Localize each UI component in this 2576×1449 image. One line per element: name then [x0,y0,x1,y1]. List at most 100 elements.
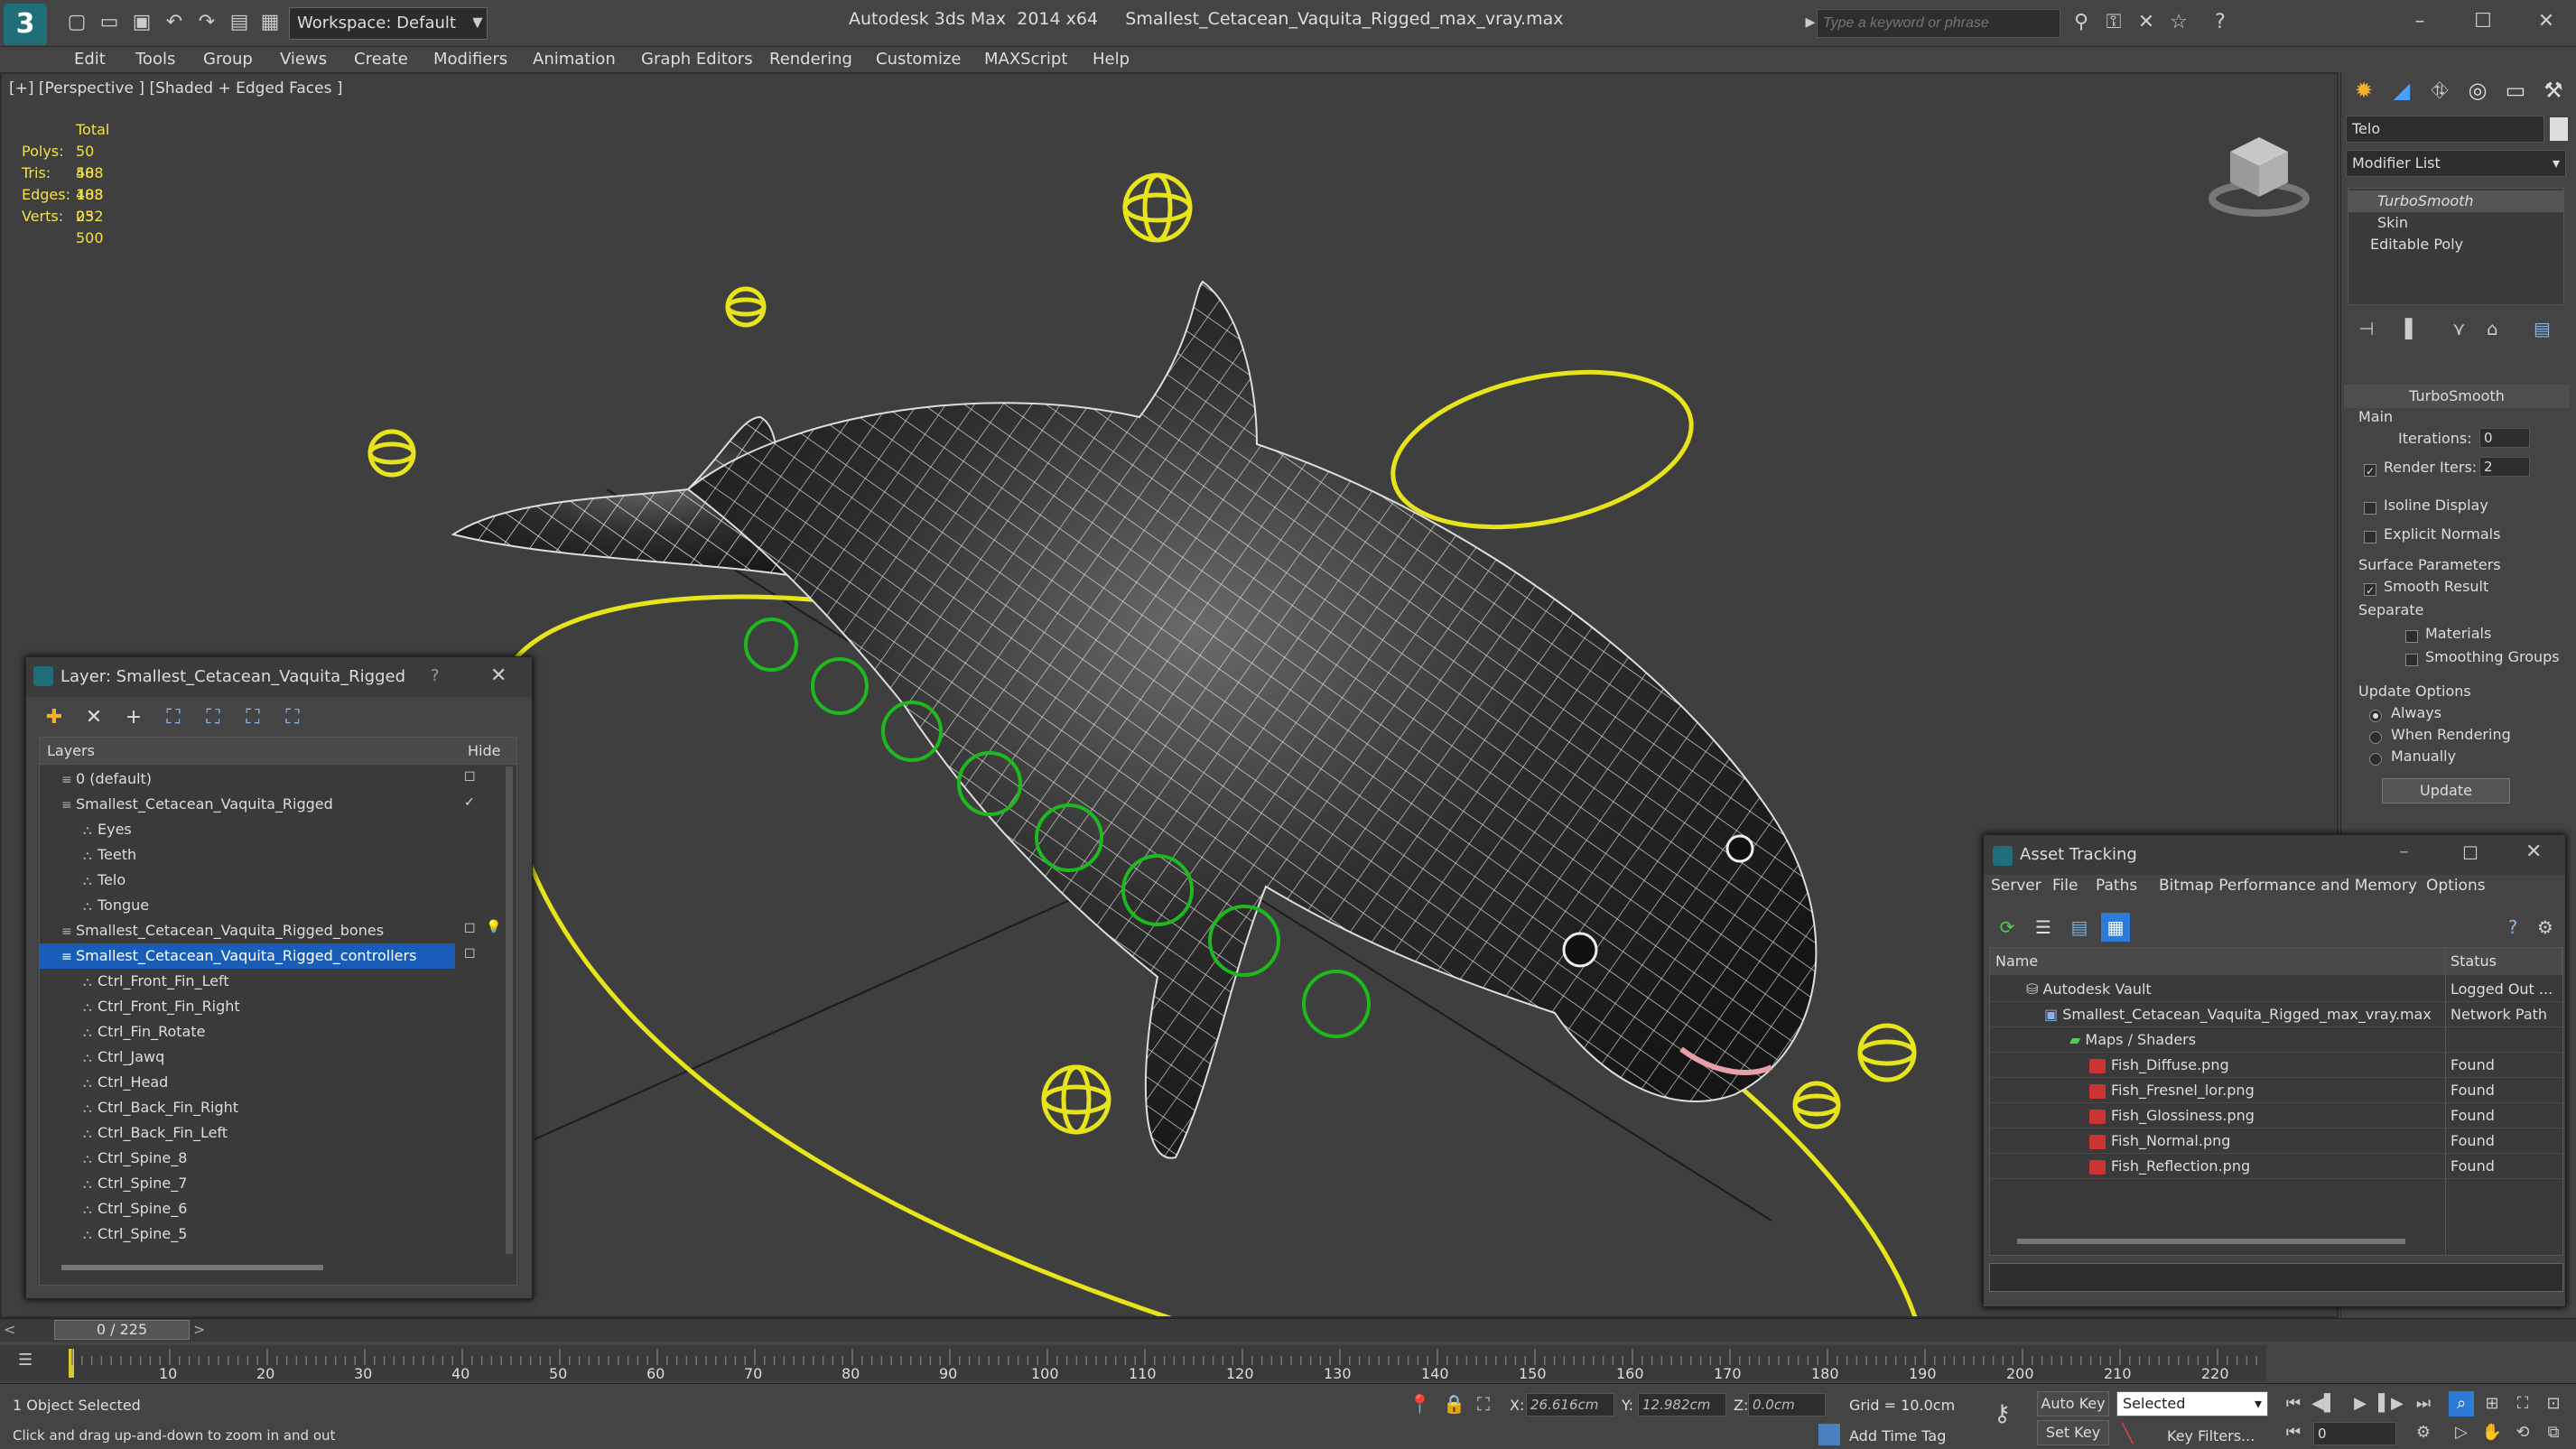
materials-checkbox[interactable] [2405,627,2418,644]
selection-lock-icon[interactable]: 🔒 [1443,1393,1465,1415]
key-mode-icon[interactable]: ╲ [2122,1422,2133,1444]
asset-row-vault[interactable]: ⛁ Autodesk Vault Logged Out ... [1990,977,2562,1002]
menu-graph-editors[interactable]: Graph Editors [641,50,753,69]
ctrl-spine-8[interactable] [744,618,798,672]
asset-row-file[interactable]: Fish_Fresnel_lor.png Found [1990,1078,2562,1103]
app-logo-icon[interactable]: 3 [4,4,47,45]
layer-row-object[interactable]: ⛬ Ctrl_Spine_5 [40,1221,455,1247]
favorites-star-icon[interactable]: ☆ [2165,9,2192,36]
play-icon[interactable]: ▶ [2348,1391,2373,1416]
add-time-tag[interactable]: Add Time Tag [1849,1427,1946,1444]
make-unique-icon[interactable]: ⋎ [2452,318,2466,339]
go-to-start-icon[interactable]: ⏮ [2281,1391,2306,1416]
asset-help-icon[interactable]: ? [2498,913,2527,942]
previous-frame-icon[interactable]: ◀▌ [2311,1391,2337,1416]
time-slider-thumb[interactable]: 0 / 225 [54,1320,190,1340]
light-bulb-icon[interactable]: 💡 [486,920,504,938]
asset-row-file[interactable]: Fish_Normal.png Found [1990,1129,2562,1154]
isoline-display-checkbox[interactable] [2364,498,2376,516]
freeze-all-icon[interactable]: ⛶ [277,702,308,733]
asset-table[interactable]: Name Status ⛁ Autodesk Vault Logged Out .… [1989,947,2563,1256]
binoculars-icon[interactable]: ⚲ [2068,9,2095,36]
asset-close-icon[interactable]: ✕ [2525,841,2542,863]
ctrl-spine-1[interactable] [1302,970,1371,1038]
ctrl-tail-tip[interactable] [367,429,416,478]
refresh-icon[interactable]: ⟳ [1993,913,2022,942]
object-color-swatch[interactable] [2550,117,2568,141]
ctrl-front-fin-left-ring[interactable] [1061,1064,1092,1135]
menu-rendering[interactable]: Rendering [769,50,852,69]
rollout-turbosmooth-title[interactable]: TurboSmooth [2344,385,2570,408]
explicit-normals-checkbox[interactable] [2364,527,2376,544]
asset-table-scrollbar[interactable] [2017,1239,2405,1244]
list-view-icon[interactable]: ☰ [2029,913,2058,942]
menu-create[interactable]: Create [354,50,408,69]
layer-row-object[interactable]: ⛬ Ctrl_Head [40,1070,455,1095]
smoothing-groups-checkbox[interactable] [2405,650,2418,667]
ctrl-tail-tip-ring[interactable] [367,441,416,465]
help-icon[interactable]: ? [2207,9,2234,36]
new-file-icon[interactable]: ▢ [63,9,90,36]
save-icon[interactable]: ▣ [128,9,155,36]
asset-menu-paths[interactable]: Paths [2096,877,2137,895]
eye-right[interactable] [1725,834,1754,863]
maximize-viewport-icon[interactable]: ⧉ [2541,1420,2566,1445]
zoom-all-icon[interactable]: ⊞ [2479,1391,2505,1416]
asset-maximize-icon[interactable]: ☐ [2462,842,2478,864]
zoom-icon[interactable]: ⌕ [2449,1391,2474,1416]
asset-settings-icon[interactable]: ⚙ [2531,913,2560,942]
add-to-layer-icon[interactable]: + [118,702,149,733]
stack-item-skin[interactable]: Skin [2348,212,2563,234]
timeline-ruler[interactable]: ☰ 10 20 30 40 50 60 70 80 90 100 110 120… [0,1345,2266,1382]
layer-row-rigged[interactable]: ≡ Smallest_Cetacean_Vaquita_Rigged [40,792,455,817]
minimize-icon[interactable]: – [2393,5,2447,38]
menu-maxscript[interactable]: MAXScript [984,50,1067,69]
stack-item-turbosmooth[interactable]: TurboSmooth [2348,190,2563,212]
layer-row-object[interactable]: ⛬ Tongue [40,893,455,918]
layer-dialog-close-icon[interactable]: ✕ [490,664,507,687]
zoom-extents-icon[interactable]: ⛶ [2510,1391,2535,1416]
hierarchy-tab-icon[interactable]: ⛗ [2422,74,2458,107]
layer-row-object[interactable]: ⛬ Ctrl_Front_Fin_Right [40,994,455,1019]
isolate-icon[interactable]: 📍 [1409,1393,1431,1415]
utilities-tab-icon[interactable]: ⚒ [2535,74,2571,107]
ctrl-jaw-ring[interactable] [1857,1039,1917,1066]
subscription-icon[interactable]: ⚿ [2100,9,2127,36]
asset-menu-file[interactable]: File [2052,877,2078,895]
status-column-header[interactable]: Status [2445,948,2562,975]
menu-help[interactable]: Help [1093,50,1130,69]
modifier-list-dropdown[interactable]: Modifier List ▾ [2346,150,2566,177]
iterations-spinner[interactable]: 0 [2479,428,2530,448]
ctrl-front-fin-right-ring[interactable] [1792,1093,1841,1117]
menu-tools[interactable]: Tools [135,50,175,69]
ctrl-jaw[interactable] [1857,1023,1917,1082]
layer-dialog-title[interactable]: Layer: Smallest_Cetacean_Vaquita_Rigged [26,657,532,697]
select-objects-icon[interactable]: ⛶ [158,702,189,733]
configure-modifier-sets-icon[interactable]: ▤ [2534,318,2551,339]
time-configuration-icon[interactable]: ⚙ [2411,1420,2436,1445]
redo-icon[interactable]: ↷ [193,9,220,36]
asset-row-file[interactable]: Fish_Reflection.png Found [1990,1154,2562,1179]
ctrl-spine-7[interactable] [811,657,869,715]
asset-menu-server[interactable]: Server [1991,877,2041,895]
grid-view-icon[interactable]: ▦ [2101,913,2130,942]
update-button[interactable]: Update [2382,778,2510,803]
layer-row-object[interactable]: ⛬ Ctrl_Jawq [40,1045,455,1070]
layer-dialog-help-icon[interactable]: ? [431,666,440,685]
open-file-icon[interactable]: ▭ [96,9,123,36]
key-icon[interactable]: ⚷ [1994,1400,2011,1427]
hide-toggle[interactable]: ☐ [464,947,482,965]
project-folder-icon[interactable]: ▤ [226,9,253,36]
layer-row-object[interactable]: ⛬ Ctrl_Front_Fin_Left [40,969,455,994]
pin-stack-icon[interactable]: ⊣ [2358,318,2374,339]
z-coordinate-field[interactable]: 0.0cm [1748,1393,1826,1416]
delete-layer-icon[interactable]: ✕ [79,702,109,733]
ctrl-tail-top-ring[interactable] [725,297,767,317]
layer-row-object[interactable]: ⛬ Ctrl_Spine_6 [40,1196,455,1221]
current-frame-field[interactable]: 0 [2313,1422,2396,1445]
time-slider-next-icon[interactable]: > [193,1321,205,1338]
manually-radio[interactable] [2369,749,2382,766]
workspace-dropdown[interactable]: Workspace: Default ▾ [289,7,488,40]
stack-item-editable-poly[interactable]: Editable Poly [2348,234,2563,255]
modify-tab-icon[interactable]: ◢ [2384,74,2420,107]
